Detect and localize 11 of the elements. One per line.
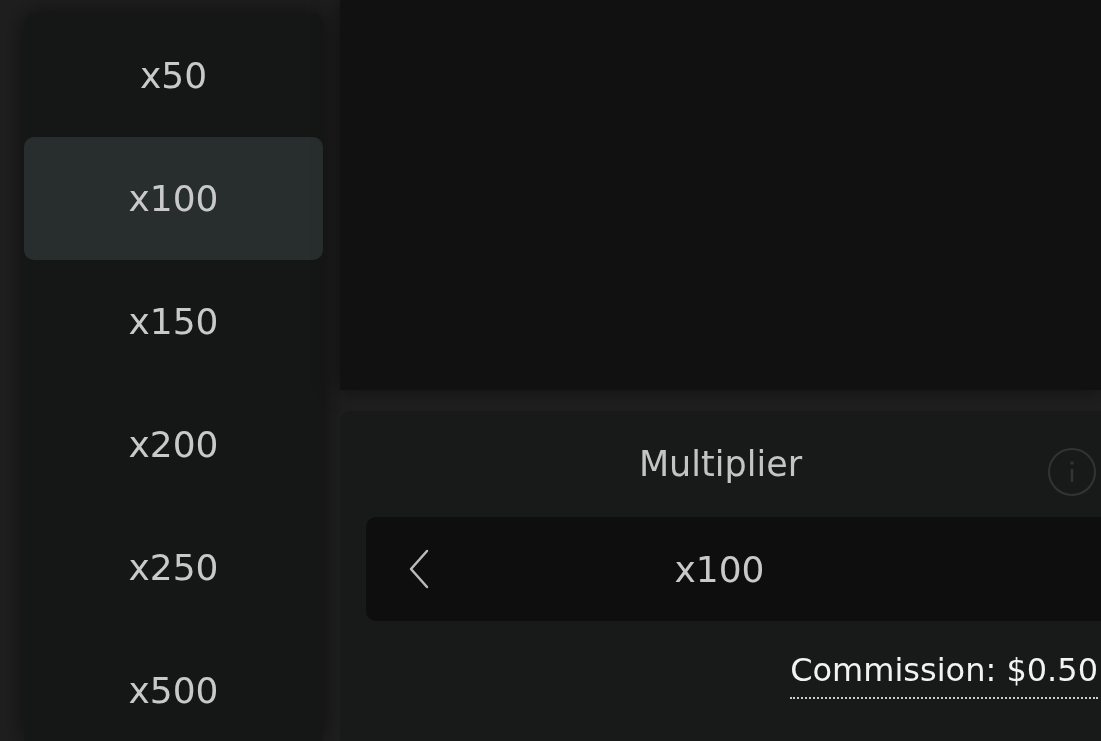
multiplier-option[interactable]: x200 [24,383,323,506]
multiplier-option[interactable]: x500 [24,629,323,741]
panel-title: Multiplier [638,444,803,484]
multiplier-stepper[interactable]: x100 [366,517,1101,621]
multiplier-option[interactable]: x250 [24,506,323,629]
multiplier-value: x100 [674,548,765,590]
commission-text[interactable]: Commission: $0.50 [790,651,1098,699]
multiplier-option[interactable]: x50 [24,14,323,137]
chevron-left-icon[interactable] [408,549,430,589]
multiplier-option[interactable]: x150 [24,260,323,383]
multiplier-option[interactable]: x100 [24,137,323,260]
